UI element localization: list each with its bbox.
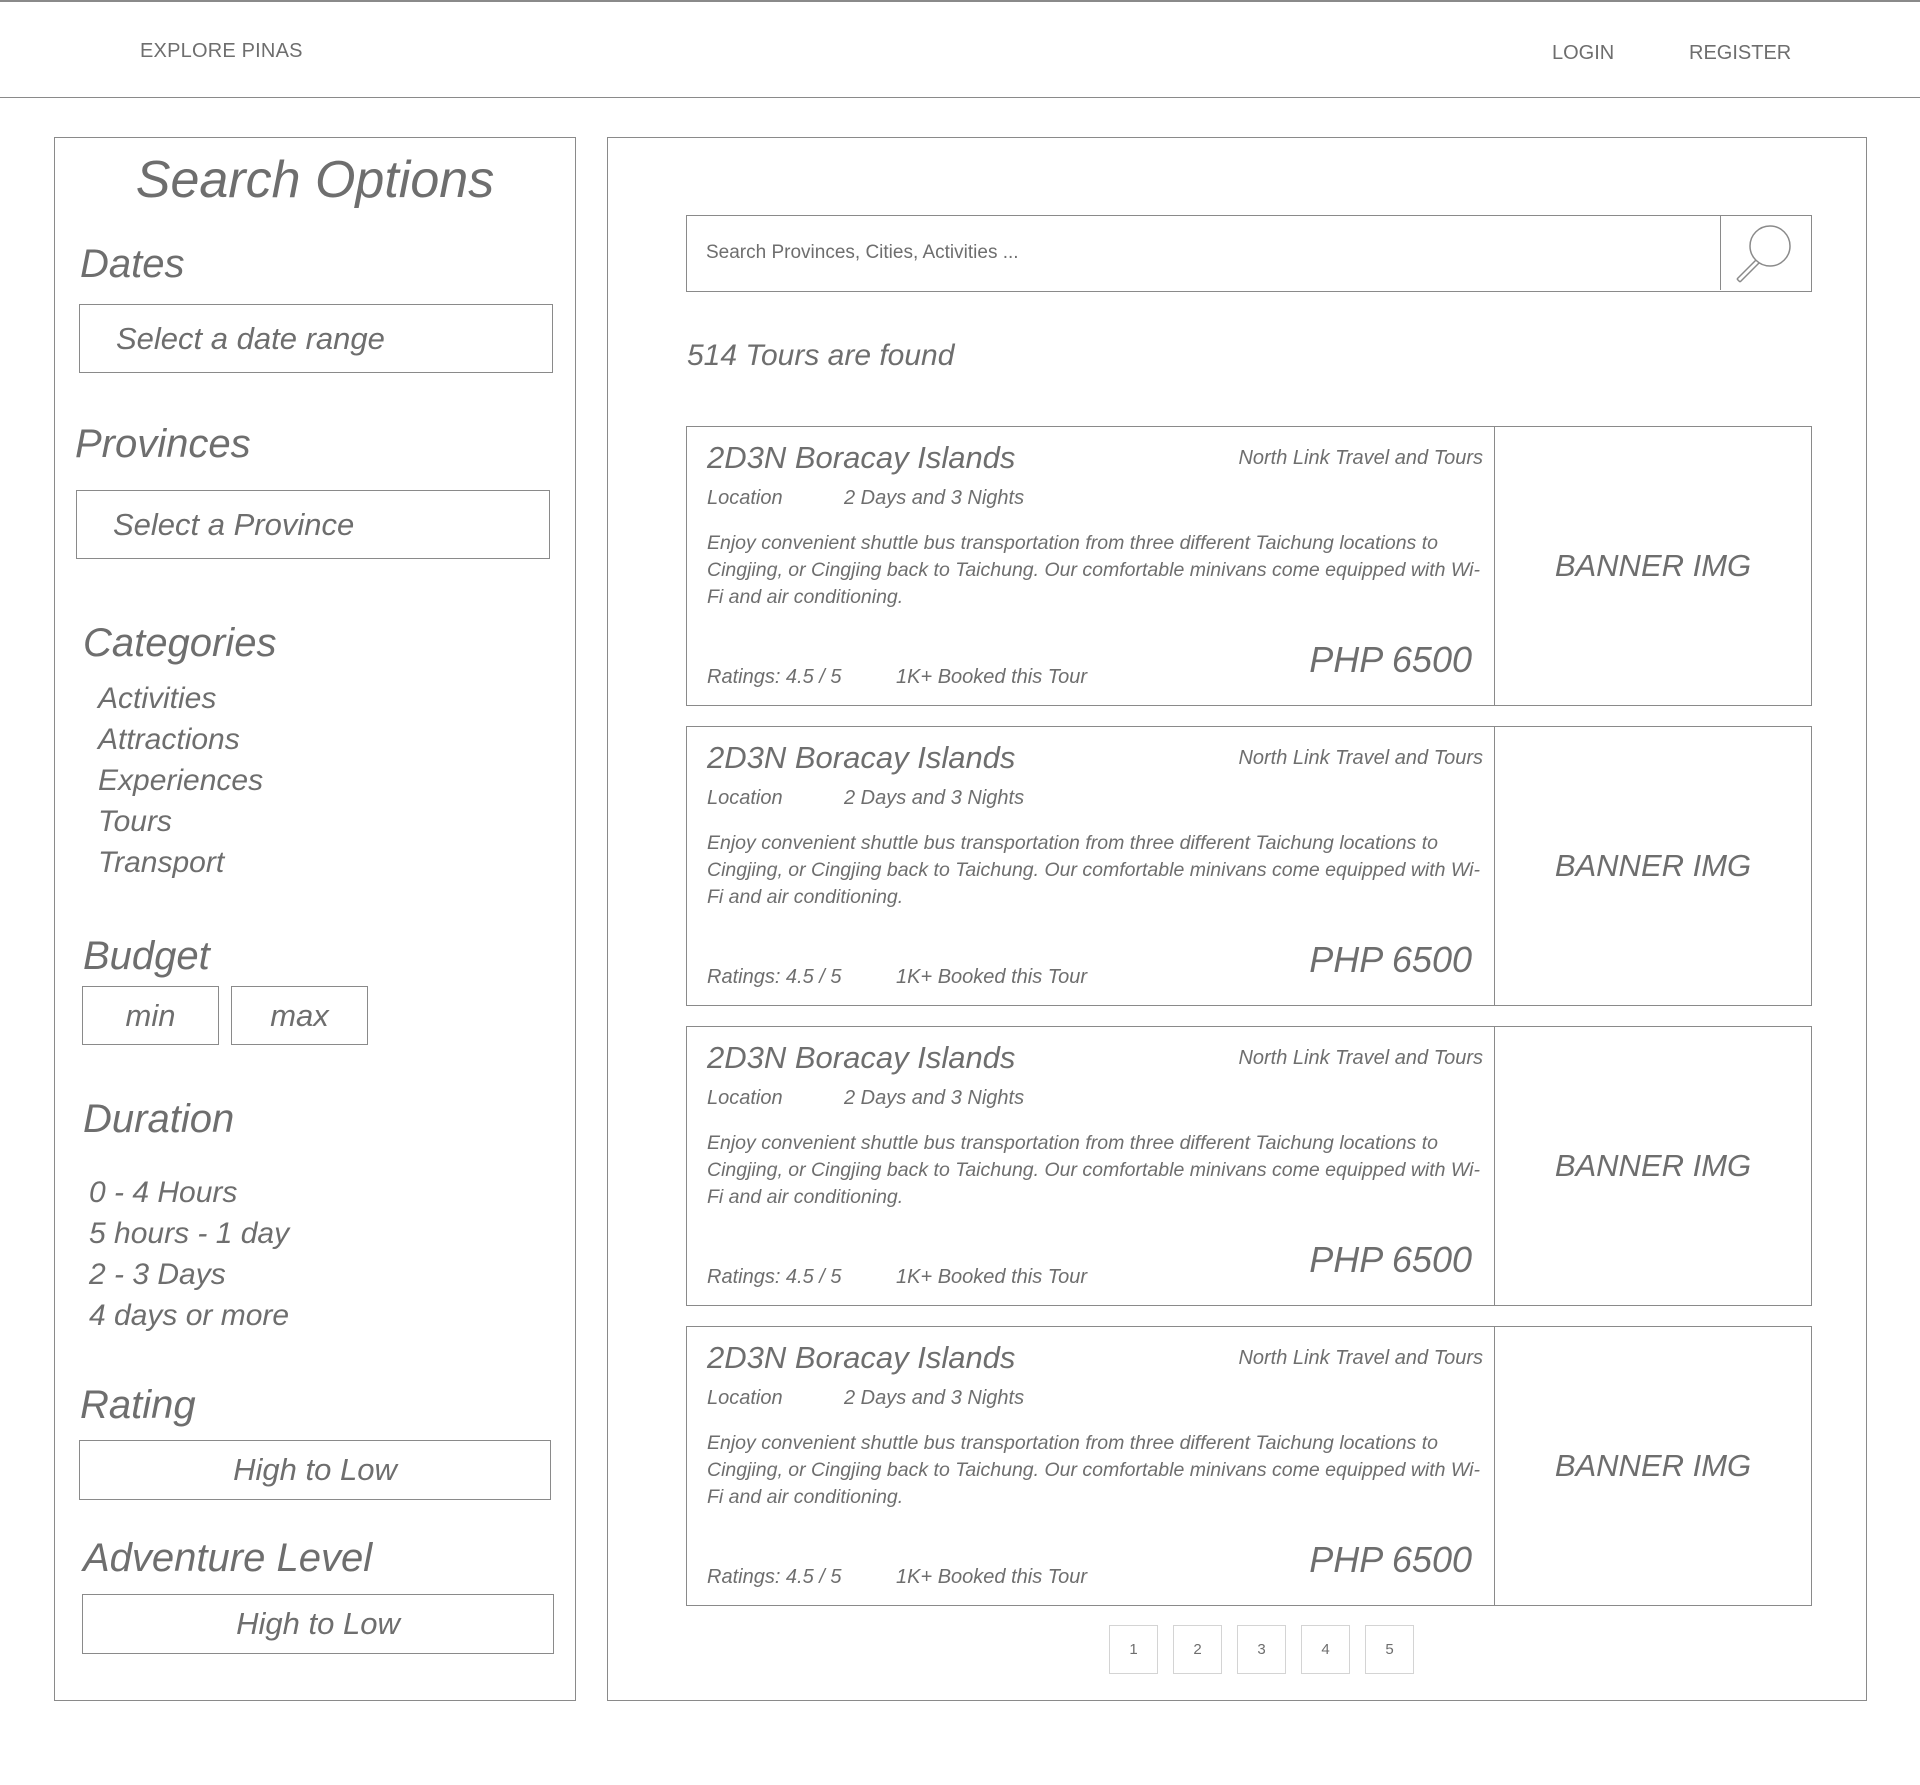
rating-sort-select[interactable]: High to Low [79,1440,551,1500]
register-link[interactable]: REGISTER [1689,42,1791,65]
duration-option[interactable]: 4 days or more [89,1295,289,1336]
page-button-5[interactable]: 5 [1365,1625,1414,1674]
page-button-3[interactable]: 3 [1237,1625,1286,1674]
search-button[interactable] [1720,216,1811,290]
tour-price: PHP 6500 [1309,1539,1472,1580]
tour-booked-count: 1K+ Booked this Tour [896,666,1088,688]
tour-description: Enjoy convenient shuttle bus transportat… [707,532,1480,608]
date-range-picker[interactable]: Select a date range [79,304,553,373]
category-activities[interactable]: Activities [98,678,263,719]
tour-banner-image[interactable]: BANNER IMG [1495,727,1811,1005]
categories-heading: Categories [83,621,277,665]
login-link[interactable]: LOGIN [1552,42,1614,65]
tour-location: Location [707,487,783,509]
tour-rating: Ratings: 4.5 / 5 [707,966,842,988]
tour-title[interactable]: 2D3N Boracay Islands [707,740,1015,776]
tour-description: Enjoy convenient shuttle bus transportat… [707,1132,1480,1208]
tour-operator: North Link Travel and Tours [1238,1347,1483,1369]
dates-heading: Dates [80,242,185,286]
duration-heading: Duration [83,1097,235,1141]
page-button-2[interactable]: 2 [1173,1625,1222,1674]
tour-description: Enjoy convenient shuttle bus transportat… [707,1432,1480,1508]
tour-operator: North Link Travel and Tours [1238,447,1483,469]
tour-card[interactable]: 2D3N Boracay Islands North Link Travel a… [686,426,1812,706]
tour-card-details: 2D3N Boracay Islands North Link Travel a… [687,727,1495,1005]
duration-option[interactable]: 2 - 3 Days [89,1254,289,1295]
tour-banner-image[interactable]: BANNER IMG [1495,1027,1811,1305]
tour-title[interactable]: 2D3N Boracay Islands [707,440,1015,476]
tour-duration: 2 Days and 3 Nights [844,487,1025,509]
budget-max-input[interactable]: max [231,986,368,1045]
tour-location: Location [707,1087,783,1109]
budget-min-input[interactable]: min [82,986,219,1045]
category-attractions[interactable]: Attractions [98,719,263,760]
tour-card-details: 2D3N Boracay Islands North Link Travel a… [687,427,1495,705]
provinces-heading: Provinces [75,422,251,466]
tour-duration: 2 Days and 3 Nights [844,1087,1025,1109]
search-options-sidebar: Search Options Dates Select a date range… [54,137,576,1701]
pagination: 1 2 3 4 5 [1109,1625,1429,1674]
tour-description: Enjoy convenient shuttle bus transportat… [707,832,1480,908]
tour-location: Location [707,1387,783,1409]
tour-location: Location [707,787,783,809]
results-panel: 514 Tours are found 2D3N Boracay Islands… [607,137,1867,1701]
tour-card[interactable]: 2D3N Boracay Islands North Link Travel a… [686,726,1812,1006]
categories-list: Activities Attractions Experiences Tours… [98,678,263,883]
tour-rating: Ratings: 4.5 / 5 [707,666,842,688]
tour-rating: Ratings: 4.5 / 5 [707,1266,842,1288]
page-button-4[interactable]: 4 [1301,1625,1350,1674]
tour-card-details: 2D3N Boracay Islands North Link Travel a… [687,1027,1495,1305]
tour-title[interactable]: 2D3N Boracay Islands [707,1040,1015,1076]
category-experiences[interactable]: Experiences [98,760,263,801]
tour-operator: North Link Travel and Tours [1238,747,1483,769]
category-tours[interactable]: Tours [98,801,263,842]
duration-option[interactable]: 0 - 4 Hours [89,1172,289,1213]
tour-banner-image[interactable]: BANNER IMG [1495,1327,1811,1605]
tour-booked-count: 1K+ Booked this Tour [896,1566,1088,1588]
result-count: 514 Tours are found [687,339,955,372]
tour-title[interactable]: 2D3N Boracay Islands [707,1340,1015,1376]
search-input[interactable] [687,216,1721,290]
tour-banner-image[interactable]: BANNER IMG [1495,427,1811,705]
adventure-level-select[interactable]: High to Low [82,1594,554,1654]
duration-list: 0 - 4 Hours 5 hours - 1 day 2 - 3 Days 4… [89,1172,289,1336]
search-bar [686,215,1812,292]
tour-price: PHP 6500 [1309,939,1472,980]
tour-duration: 2 Days and 3 Nights [844,787,1025,809]
rating-heading: Rating [80,1383,196,1427]
top-nav-bar: EXPLORE PINAS LOGIN REGISTER [0,0,1920,98]
tour-operator: North Link Travel and Tours [1238,1047,1483,1069]
adventure-level-heading: Adventure Level [83,1536,373,1580]
budget-heading: Budget [83,934,210,978]
duration-option[interactable]: 5 hours - 1 day [89,1213,289,1254]
page-button-1[interactable]: 1 [1109,1625,1158,1674]
tour-booked-count: 1K+ Booked this Tour [896,966,1088,988]
tour-price: PHP 6500 [1309,1239,1472,1280]
tour-duration: 2 Days and 3 Nights [844,1387,1025,1409]
brand-logo[interactable]: EXPLORE PINAS [140,40,303,63]
tour-card[interactable]: 2D3N Boracay Islands North Link Travel a… [686,1326,1812,1606]
tour-card[interactable]: 2D3N Boracay Islands North Link Travel a… [686,1026,1812,1306]
tour-booked-count: 1K+ Booked this Tour [896,1266,1088,1288]
tour-rating: Ratings: 4.5 / 5 [707,1566,842,1588]
search-icon [1736,225,1791,283]
sidebar-title: Search Options [135,151,495,209]
tour-card-details: 2D3N Boracay Islands North Link Travel a… [687,1327,1495,1605]
province-select[interactable]: Select a Province [76,490,550,559]
category-transport[interactable]: Transport [98,842,263,883]
tour-price: PHP 6500 [1309,639,1472,680]
